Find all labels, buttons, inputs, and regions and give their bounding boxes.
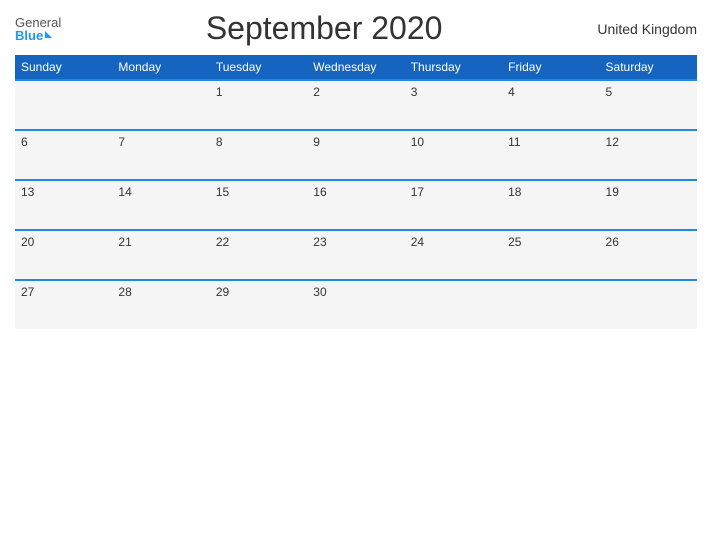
calendar-day-cell: 22: [210, 230, 307, 280]
logo-triangle-icon: [45, 31, 52, 38]
day-number: 14: [118, 185, 131, 199]
calendar-day-cell: 13: [15, 180, 112, 230]
day-number: 24: [411, 235, 424, 249]
calendar-week-row: 20 21 22 23 24 25 26: [15, 230, 697, 280]
calendar-day-cell: 14: [112, 180, 209, 230]
calendar-day-cell: 26: [600, 230, 697, 280]
calendar-day-cell: 9: [307, 130, 404, 180]
day-number: 8: [216, 135, 223, 149]
calendar-day-cell: 19: [600, 180, 697, 230]
calendar-day-cell: [405, 280, 502, 329]
calendar-day-cell: 2: [307, 80, 404, 130]
day-number: 2: [313, 85, 320, 99]
calendar-day-cell: 23: [307, 230, 404, 280]
calendar-day-cell: 1: [210, 80, 307, 130]
calendar-week-row: 27 28 29 30: [15, 280, 697, 329]
calendar-day-cell: 17: [405, 180, 502, 230]
calendar-day-cell: 8: [210, 130, 307, 180]
day-number: 22: [216, 235, 229, 249]
header-monday: Monday: [112, 55, 209, 80]
logo-general-text: General: [15, 16, 61, 29]
header-friday: Friday: [502, 55, 599, 80]
day-number: 9: [313, 135, 320, 149]
day-number: 21: [118, 235, 131, 249]
day-number: 20: [21, 235, 34, 249]
header-wednesday: Wednesday: [307, 55, 404, 80]
calendar-day-cell: 25: [502, 230, 599, 280]
day-number: 23: [313, 235, 326, 249]
calendar-table: Sunday Monday Tuesday Wednesday Thursday…: [15, 55, 697, 329]
calendar-day-cell: 27: [15, 280, 112, 329]
header-thursday: Thursday: [405, 55, 502, 80]
calendar-day-cell: 24: [405, 230, 502, 280]
day-number: 18: [508, 185, 521, 199]
calendar-day-cell: 12: [600, 130, 697, 180]
calendar-day-cell: [502, 280, 599, 329]
region-label: United Kingdom: [587, 21, 697, 37]
day-number: 29: [216, 285, 229, 299]
header-saturday: Saturday: [600, 55, 697, 80]
day-number: 26: [606, 235, 619, 249]
calendar-day-cell: 18: [502, 180, 599, 230]
calendar-day-cell: 28: [112, 280, 209, 329]
day-number: 11: [508, 135, 520, 149]
calendar-day-cell: [112, 80, 209, 130]
calendar-day-cell: 16: [307, 180, 404, 230]
day-number: 7: [118, 135, 125, 149]
day-number: 27: [21, 285, 34, 299]
calendar-day-cell: 15: [210, 180, 307, 230]
day-number: 15: [216, 185, 229, 199]
calendar-day-cell: 20: [15, 230, 112, 280]
calendar-day-cell: 4: [502, 80, 599, 130]
calendar-day-cell: 30: [307, 280, 404, 329]
day-number: 25: [508, 235, 521, 249]
day-number: 30: [313, 285, 326, 299]
calendar-week-row: 6 7 8 9 10 11 12: [15, 130, 697, 180]
calendar-day-cell: 5: [600, 80, 697, 130]
day-number: 16: [313, 185, 326, 199]
day-number: 10: [411, 135, 424, 149]
day-number: 4: [508, 85, 515, 99]
calendar-container: General Blue September 2020 United Kingd…: [0, 0, 712, 550]
calendar-day-cell: 3: [405, 80, 502, 130]
day-number: 3: [411, 85, 418, 99]
logo-blue-text: Blue: [15, 29, 61, 42]
weekday-header-row: Sunday Monday Tuesday Wednesday Thursday…: [15, 55, 697, 80]
calendar-title: September 2020: [61, 10, 587, 47]
day-number: 5: [606, 85, 613, 99]
calendar-day-cell: 10: [405, 130, 502, 180]
day-number: 6: [21, 135, 28, 149]
day-number: 17: [411, 185, 424, 199]
calendar-day-cell: 7: [112, 130, 209, 180]
day-number: 19: [606, 185, 619, 199]
calendar-week-row: 1 2 3 4 5: [15, 80, 697, 130]
calendar-day-cell: 11: [502, 130, 599, 180]
day-number: 28: [118, 285, 131, 299]
logo: General Blue: [15, 16, 61, 42]
calendar-day-cell: [600, 280, 697, 329]
header-sunday: Sunday: [15, 55, 112, 80]
calendar-day-cell: 29: [210, 280, 307, 329]
day-number: 12: [606, 135, 619, 149]
header-tuesday: Tuesday: [210, 55, 307, 80]
calendar-day-cell: 6: [15, 130, 112, 180]
day-number: 1: [216, 85, 223, 99]
calendar-day-cell: 21: [112, 230, 209, 280]
calendar-day-cell: [15, 80, 112, 130]
calendar-header: General Blue September 2020 United Kingd…: [15, 10, 697, 47]
calendar-week-row: 13 14 15 16 17 18 19: [15, 180, 697, 230]
day-number: 13: [21, 185, 34, 199]
